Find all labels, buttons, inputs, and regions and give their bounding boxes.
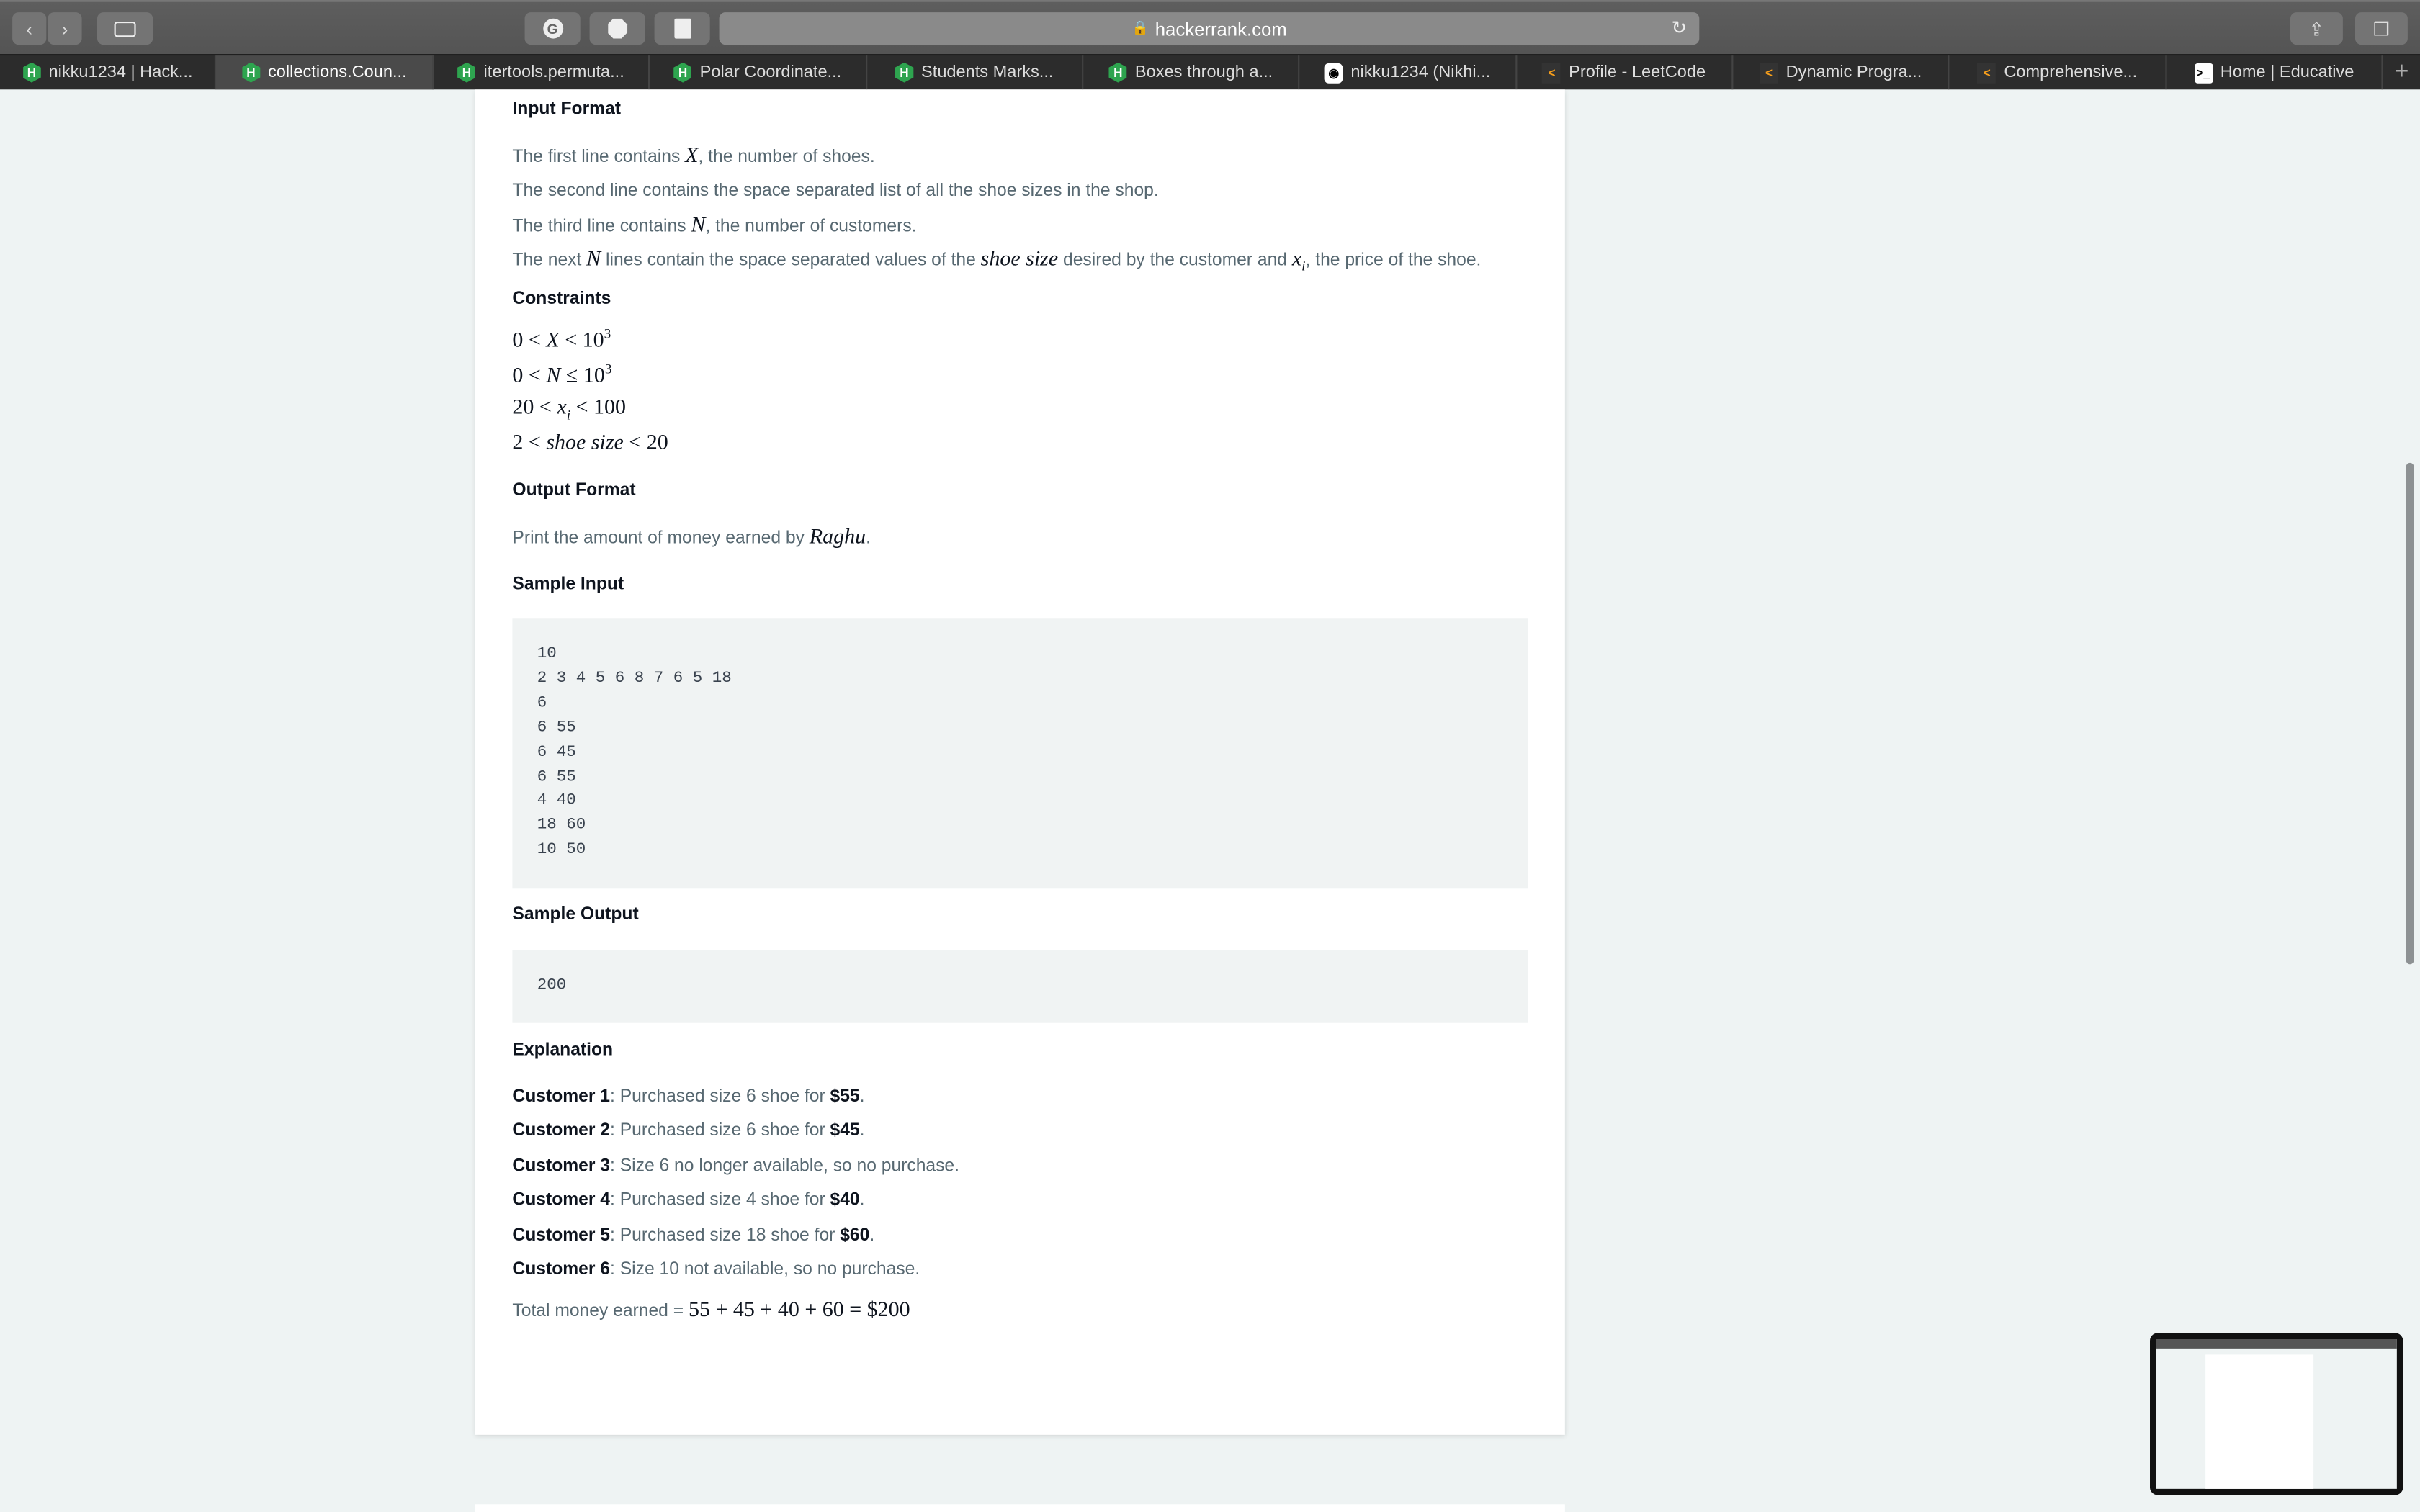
tab-label: nikku1234 (Nikhi... xyxy=(1350,63,1491,82)
explanation-line: Customer 1: Purchased size 6 shoe for $5… xyxy=(512,1087,865,1107)
tab-label: Polar Coordinate... xyxy=(699,63,842,82)
explanation-line: Customer 6: Size 10 not available, so no… xyxy=(512,1260,920,1279)
input-line-3: The third line contains N, the number of… xyxy=(512,214,917,238)
tab[interactable]: < Profile - LeetCode xyxy=(1517,55,1734,90)
input-line-4: The next N lines contain the space separ… xyxy=(512,248,1482,274)
constraint-3: 20 < xi < 100 xyxy=(512,396,627,423)
input-line-2: The second line contains the space separ… xyxy=(512,181,1159,201)
sample-input-code: 10 2 3 4 5 6 8 7 6 5 18 6 6 55 6 45 6 55… xyxy=(512,618,1528,889)
output-format-text: Print the amount of money earned by Ragh… xyxy=(512,526,871,549)
back-icon: ‹ xyxy=(26,17,32,40)
constraints-heading: Constraints xyxy=(512,289,611,309)
adblock-button[interactable] xyxy=(589,12,645,45)
explanation-line: Customer 3: Size 6 no longer available, … xyxy=(512,1156,959,1176)
sidebar-icon xyxy=(114,20,136,37)
tab-label: Comprehensive... xyxy=(2004,63,2138,82)
total-money: Total money earned = 55 + 45 + 40 + 60 =… xyxy=(512,1299,910,1323)
input-format-heading: Input Format xyxy=(512,100,622,119)
explanation-line: Customer 2: Purchased size 6 shoe for $4… xyxy=(512,1122,865,1141)
favicon-icon: < xyxy=(1760,62,1778,83)
tab-label: Dynamic Progra... xyxy=(1785,63,1922,82)
tabs-overview-button[interactable]: ❐ xyxy=(2355,12,2408,45)
favicon-icon: H xyxy=(895,62,914,83)
browser-toolbar: ‹ › G 🔒 hackerrank.com ↻ ⇪ ❐ xyxy=(0,0,2420,54)
new-tab-button[interactable]: + xyxy=(2383,55,2420,89)
todo-icon xyxy=(673,18,691,39)
tab-label: Home | Educative xyxy=(2220,63,2354,82)
favicon-icon: H xyxy=(673,62,692,83)
share-button[interactable]: ⇪ xyxy=(2290,12,2343,45)
lock-icon: 🔒 xyxy=(1131,19,1150,36)
problem-card: Input Format The first line contains X, … xyxy=(475,89,1565,1435)
explanation-line: Customer 5: Purchased size 18 shoe for $… xyxy=(512,1225,875,1245)
url-text: hackerrank.com xyxy=(1155,17,1287,40)
favicon-icon: H xyxy=(241,62,261,83)
next-card xyxy=(475,1504,1565,1512)
tab-label: itertools.permuta... xyxy=(483,63,624,82)
todo-button[interactable] xyxy=(654,12,710,45)
tab-label: Boxes through a... xyxy=(1134,63,1273,82)
tab[interactable]: < Comprehensive... xyxy=(1950,55,2167,90)
explanation-line: Customer 4: Purchased size 4 shoe for $4… xyxy=(512,1191,865,1210)
explanation-heading: Explanation xyxy=(512,1041,614,1061)
tab[interactable]: ◉ nikku1234 (Nikhi... xyxy=(1300,55,1517,90)
tab[interactable]: Hitertools.permuta... xyxy=(434,55,650,90)
sample-output-heading: Sample Output xyxy=(512,905,639,924)
input-line-1: The first line contains X, the number of… xyxy=(512,145,875,168)
tab-label: collections.Coun... xyxy=(268,63,407,82)
screenshot-thumbnail[interactable] xyxy=(2150,1333,2403,1495)
favicon-icon: >_ xyxy=(2194,62,2213,83)
sample-output-code: 200 xyxy=(512,950,1528,1023)
constraint-2: 0 < N ≤ 103 xyxy=(512,361,612,389)
tab[interactable]: Hcollections.Coun... xyxy=(216,55,434,90)
favicon-icon: H xyxy=(22,62,41,83)
sidebar-button[interactable] xyxy=(97,12,153,45)
favicon-icon: < xyxy=(1542,62,1561,83)
tabs-overview-icon: ❐ xyxy=(2372,17,2390,40)
browser-window: ‹ › G 🔒 hackerrank.com ↻ ⇪ ❐ Hnikku1234 … xyxy=(0,0,2420,1512)
forward-icon: › xyxy=(61,17,68,40)
favicon-icon: H xyxy=(1108,62,1128,83)
tab-label: Students Marks... xyxy=(921,63,1054,82)
tab-label: Profile - LeetCode xyxy=(1569,63,1706,82)
adblock-icon xyxy=(607,18,628,39)
output-format-heading: Output Format xyxy=(512,481,636,500)
grammarly-button[interactable]: G xyxy=(524,12,581,45)
scrollbar-thumb[interactable] xyxy=(2406,462,2414,965)
tab[interactable]: < Dynamic Progra... xyxy=(1733,55,1950,90)
favicon-icon: ◉ xyxy=(1324,62,1343,83)
grammarly-icon: G xyxy=(542,18,563,39)
tab[interactable]: H Polar Coordinate... xyxy=(650,55,867,90)
forward-button[interactable]: › xyxy=(48,12,82,45)
constraint-1: 0 < X < 103 xyxy=(512,325,611,353)
tab-bar: Hnikku1234 | Hack... Hcollections.Coun...… xyxy=(0,54,2420,90)
share-icon: ⇪ xyxy=(2308,17,2325,40)
tab[interactable]: >_ Home | Educative xyxy=(2166,55,2383,90)
tab-label: nikku1234 | Hack... xyxy=(48,63,193,82)
tab[interactable]: H Boxes through a... xyxy=(1083,55,1300,90)
tab[interactable]: H Students Marks... xyxy=(866,55,1084,90)
favicon-icon: H xyxy=(457,62,476,83)
back-button[interactable]: ‹ xyxy=(12,12,47,45)
sample-input-heading: Sample Input xyxy=(512,575,624,594)
constraint-4: 2 < shoe size < 20 xyxy=(512,432,668,456)
address-bar[interactable]: 🔒 hackerrank.com ↻ xyxy=(719,12,1700,45)
reload-icon[interactable]: ↻ xyxy=(1672,17,1688,39)
tab[interactable]: Hnikku1234 | Hack... xyxy=(0,55,217,90)
favicon-icon: < xyxy=(1977,62,1996,83)
